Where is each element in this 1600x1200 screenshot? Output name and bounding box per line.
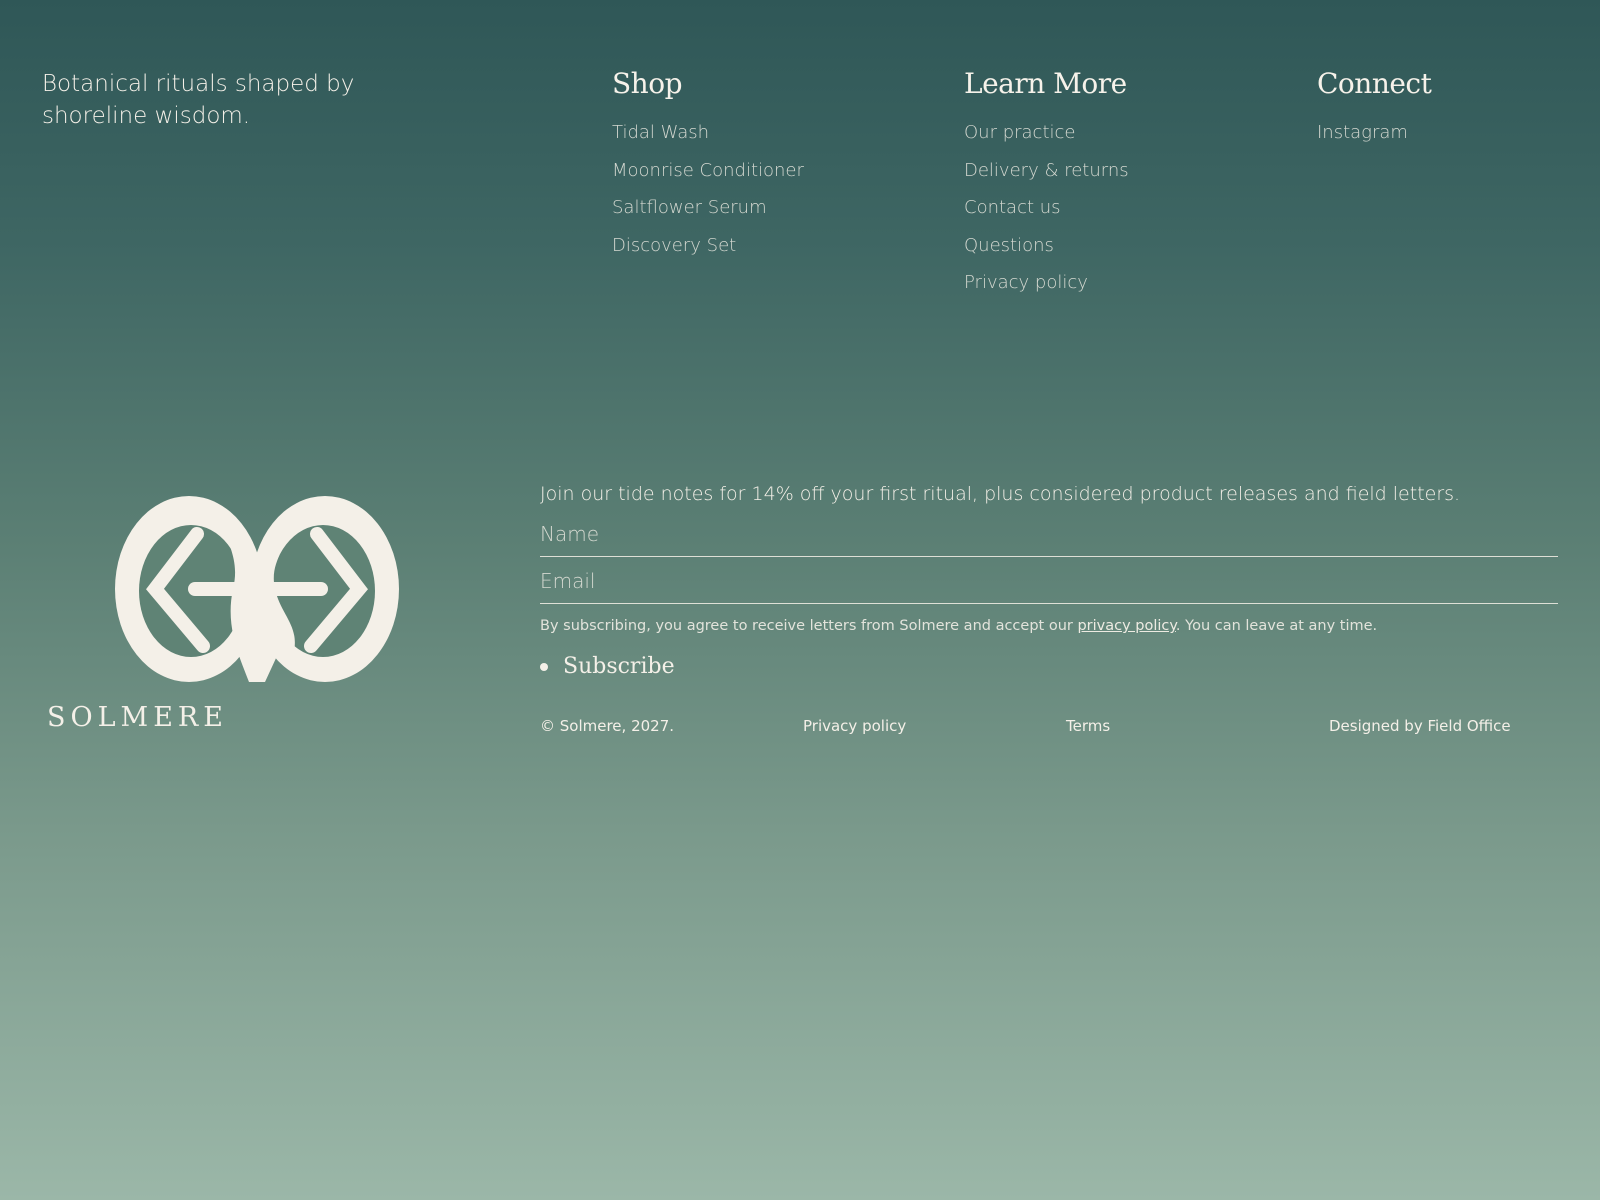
learn-link-questions[interactable]: Questions bbox=[964, 227, 1129, 265]
designed-by-link[interactable]: Designed by Field Office bbox=[1329, 715, 1511, 737]
copyright-text: © Solmere, 2027. bbox=[540, 717, 675, 735]
email-field[interactable] bbox=[540, 563, 1558, 604]
shop-link-tidal-wash[interactable]: Tidal Wash bbox=[612, 114, 804, 152]
legal-privacy-link[interactable]: Privacy policy bbox=[803, 715, 906, 737]
newsletter-form: Join our tide notes for 14% off your fir… bbox=[540, 478, 1558, 679]
learn-link-contact-us[interactable]: Contact us bbox=[964, 189, 1129, 227]
learn-more-heading: Learn More bbox=[964, 67, 1127, 100]
shop-link-moonrise-conditioner[interactable]: Moonrise Conditioner bbox=[612, 152, 804, 190]
learn-link-privacy-policy[interactable]: Privacy policy bbox=[964, 264, 1129, 302]
consent-text: By subscribing, you agree to receive let… bbox=[540, 615, 1558, 637]
shop-link-saltflower-serum[interactable]: Saltflower Serum bbox=[612, 189, 804, 227]
footer-nav-shop: Shop Tidal Wash Moonrise Conditioner Sal… bbox=[612, 64, 804, 264]
connect-link-instagram[interactable]: Instagram bbox=[1317, 114, 1431, 152]
footer-nav-learn-more: Learn More Our practice Delivery & retur… bbox=[964, 64, 1129, 302]
consent-prefix: By subscribing, you agree to receive let… bbox=[540, 618, 1078, 634]
brand-tagline: Botanical rituals shaped by shoreline wi… bbox=[42, 71, 355, 129]
shop-link-discovery-set[interactable]: Discovery Set bbox=[612, 227, 804, 265]
brand-wordmark: SOLMERE bbox=[47, 702, 228, 733]
name-field[interactable] bbox=[540, 516, 1558, 557]
twin-circle-arrows-logo-icon bbox=[115, 496, 399, 682]
subscribe-button[interactable]: Subscribe bbox=[540, 654, 1558, 679]
footer-nav-connect: Connect Instagram bbox=[1317, 64, 1432, 152]
consent-privacy-link[interactable]: privacy policy bbox=[1077, 618, 1175, 634]
legal-terms-link[interactable]: Terms bbox=[1066, 715, 1110, 737]
subscribe-label: Subscribe bbox=[563, 654, 675, 679]
consent-suffix: . You can leave at any time. bbox=[1175, 618, 1378, 634]
brand-logo[interactable]: SOLMERE bbox=[45, 496, 405, 736]
learn-link-delivery-returns[interactable]: Delivery & returns bbox=[964, 152, 1129, 190]
newsletter-intro: Join our tide notes for 14% off your fir… bbox=[540, 483, 1461, 505]
bullet-icon bbox=[540, 662, 548, 671]
shop-heading: Shop bbox=[612, 67, 682, 100]
connect-heading: Connect bbox=[1317, 67, 1432, 100]
learn-link-our-practice[interactable]: Our practice bbox=[964, 114, 1129, 152]
